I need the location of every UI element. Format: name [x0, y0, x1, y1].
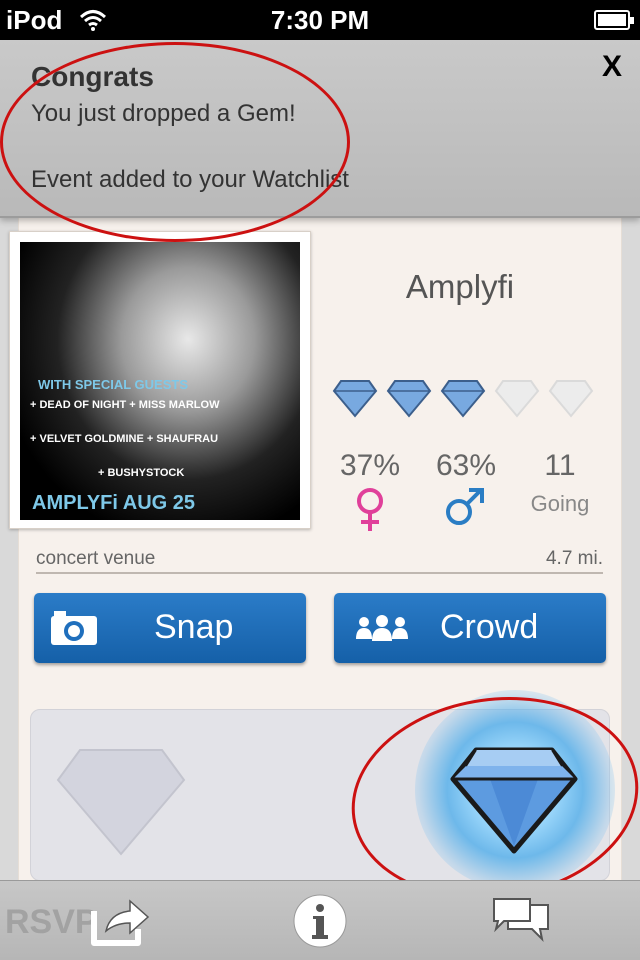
- venue-row[interactable]: concert venue 4.7 mi.: [36, 548, 603, 574]
- info-icon[interactable]: [292, 893, 348, 949]
- poster-text: + BUSHYSTOCK: [98, 467, 185, 479]
- gem-filled-icon: [332, 380, 378, 418]
- annotation-circle: [0, 42, 350, 242]
- venue-distance: 4.7 mi.: [545, 548, 603, 569]
- female-icon: [357, 488, 383, 531]
- male-stat: 63%: [424, 449, 508, 483]
- crowd-button[interactable]: Crowd: [334, 593, 606, 663]
- crowd-icon: [356, 615, 408, 641]
- status-bar: iPod 7:30 PM: [0, 0, 640, 40]
- male-icon: [446, 488, 484, 525]
- gem-empty-icon: [494, 380, 540, 418]
- bottom-toolbar: RSVP: [0, 880, 640, 960]
- female-stat: 37%: [328, 449, 412, 483]
- poster-image: WITH SPECIAL GUESTS + DEAD OF NIGHT + MI…: [20, 242, 300, 520]
- poster-text: WITH SPECIAL GUESTS: [38, 377, 188, 392]
- male-percent: 63%: [435, 449, 497, 482]
- close-button[interactable]: X: [602, 50, 622, 84]
- snap-label: Snap: [154, 608, 234, 646]
- chat-icon[interactable]: [490, 895, 552, 949]
- camera-icon: [51, 611, 97, 645]
- going-label: Going: [530, 491, 590, 516]
- poster-text: + DEAD OF NIGHT + MISS MARLOW: [30, 399, 220, 411]
- crowd-label: Crowd: [440, 608, 539, 646]
- rsvp-button[interactable]: RSVP: [5, 903, 98, 942]
- venue-name: concert venue: [36, 548, 156, 569]
- going-count: 11: [544, 449, 576, 482]
- snap-button[interactable]: Snap: [34, 593, 306, 663]
- gem-empty-icon: [548, 380, 594, 418]
- battery-icon: [594, 10, 634, 30]
- event-poster[interactable]: WITH SPECIAL GUESTS + DEAD OF NIGHT + MI…: [9, 231, 311, 529]
- poster-text: + VELVET GOLDMINE + SHAUFRAU: [30, 433, 219, 445]
- poster-text: AMPLYFi AUG 25: [32, 492, 195, 514]
- event-name: Amplyfi: [405, 268, 515, 305]
- gem-filled-icon: [440, 380, 486, 418]
- going-stat: 11 Going: [515, 449, 605, 517]
- empty-gem-icon: [56, 749, 186, 856]
- status-time: 7:30 PM: [270, 5, 370, 35]
- share-icon[interactable]: [88, 895, 150, 947]
- female-percent: 37%: [339, 449, 401, 482]
- gem-filled-icon: [386, 380, 432, 418]
- notification-banner: Congrats You just dropped a Gem! Event a…: [0, 40, 640, 242]
